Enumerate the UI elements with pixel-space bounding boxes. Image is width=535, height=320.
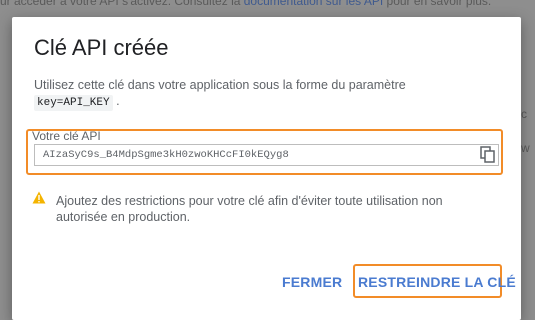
- dialog-title: Clé API créée: [34, 35, 169, 60]
- background-right-text: c: [521, 107, 527, 121]
- restrict-key-button[interactable]: RESTREINDRE LA CLÉ: [358, 272, 516, 292]
- api-key-label: Votre clé API: [32, 129, 101, 143]
- warning-icon: [32, 191, 46, 204]
- api-key-created-dialog: Clé API créée Utilisez cette clé dans vo…: [12, 17, 521, 320]
- api-key-field[interactable]: [34, 144, 499, 166]
- description-suffix: .: [116, 94, 120, 108]
- background-text: ur accéder à votre API s'activez. Consul…: [0, 0, 535, 8]
- param-code: key=API_KEY: [34, 95, 113, 111]
- background-text-before: ur accéder à votre API s'activez. Consul…: [0, 0, 241, 8]
- warning-message: Ajoutez des restrictions pour votre clé …: [56, 194, 443, 224]
- background-text-after: pour en savoir plus.: [386, 0, 492, 8]
- close-button[interactable]: FERMER: [282, 272, 342, 292]
- background-right-text: w: [521, 141, 530, 155]
- dialog-description: Utilisez cette clé dans votre applicatio…: [34, 77, 504, 111]
- description-text: Utilisez cette clé dans votre applicatio…: [34, 78, 406, 92]
- copy-icon[interactable]: [480, 146, 496, 164]
- background-link: documentation sur les API: [243, 0, 384, 8]
